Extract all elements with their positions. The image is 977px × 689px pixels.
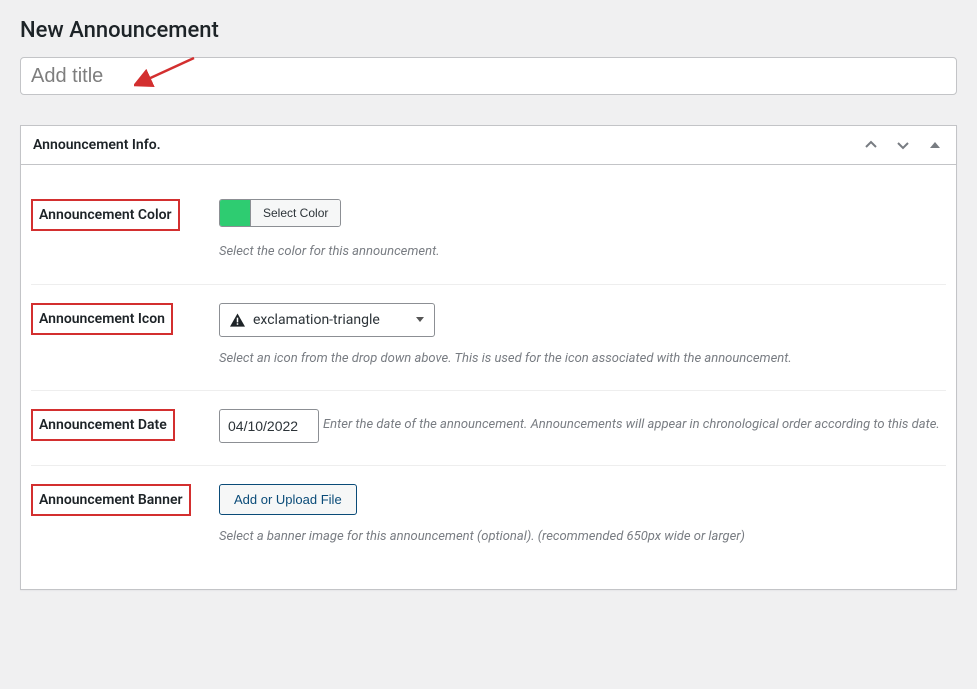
banner-description: Select a banner image for this announcem… <box>219 527 946 547</box>
exclamation-triangle-icon <box>230 313 245 327</box>
page-title: New Announcement <box>20 18 957 43</box>
date-input[interactable] <box>219 409 319 443</box>
field-row-icon: Announcement Icon exclamation-triangle S… <box>31 285 946 392</box>
move-up-button[interactable] <box>862 136 880 154</box>
field-row-date: Announcement Date Enter the date of the … <box>31 391 946 466</box>
icon-description: Select an icon from the drop down above.… <box>219 349 946 369</box>
label-announcement-color: Announcement Color <box>31 199 180 231</box>
label-announcement-banner: Announcement Banner <box>31 484 191 516</box>
color-swatch <box>220 200 250 226</box>
metabox-title: Announcement Info. <box>33 137 161 153</box>
metabox-header: Announcement Info. <box>21 126 956 165</box>
chevron-up-icon <box>863 137 879 153</box>
label-announcement-date: Announcement Date <box>31 409 175 441</box>
icon-select-value: exclamation-triangle <box>253 312 380 328</box>
icon-select[interactable]: exclamation-triangle <box>219 303 435 337</box>
field-row-banner: Announcement Banner Add or Upload File S… <box>31 466 946 569</box>
label-announcement-icon: Announcement Icon <box>31 303 173 335</box>
date-description: Enter the date of the announcement. Anno… <box>323 409 946 435</box>
toggle-panel-button[interactable] <box>926 136 944 154</box>
field-row-color: Announcement Color Select Color Select t… <box>31 181 946 285</box>
announcement-info-metabox: Announcement Info. Announcement Color Se… <box>20 125 957 590</box>
add-upload-file-button[interactable]: Add or Upload File <box>219 484 357 515</box>
title-input[interactable] <box>20 57 957 95</box>
chevron-down-icon <box>895 137 911 153</box>
color-description: Select the color for this announcement. <box>219 242 946 262</box>
color-picker[interactable]: Select Color <box>219 199 341 227</box>
triangle-up-icon <box>929 139 941 151</box>
chevron-down-icon <box>416 317 424 322</box>
move-down-button[interactable] <box>894 136 912 154</box>
select-color-button[interactable]: Select Color <box>250 200 340 226</box>
